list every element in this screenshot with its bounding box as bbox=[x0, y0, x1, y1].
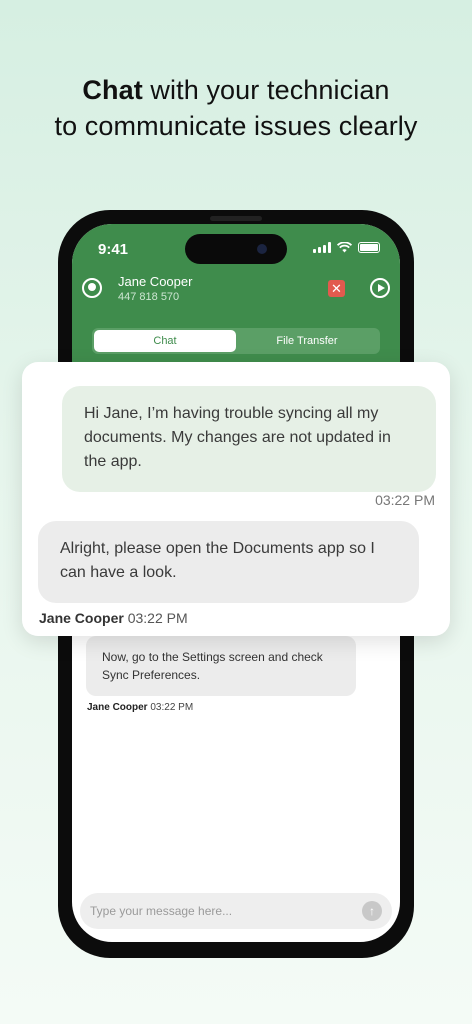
headline-line-1: Chat with your technician bbox=[0, 72, 472, 108]
wifi-icon bbox=[337, 242, 352, 253]
end-session-icon[interactable]: ✕ bbox=[328, 280, 345, 297]
sender-name: Jane Cooper bbox=[87, 702, 148, 713]
headline-bold: Chat bbox=[82, 75, 143, 105]
phone-speaker bbox=[210, 216, 262, 221]
camera-icon bbox=[257, 244, 267, 254]
message-composer: ↑ bbox=[80, 893, 392, 929]
contact-name: Jane Cooper bbox=[118, 274, 193, 289]
message-time-outgoing: 03:22 PM bbox=[375, 492, 435, 508]
tab-chat[interactable]: Chat bbox=[94, 330, 236, 352]
headline-line-1-rest: with your technician bbox=[142, 75, 390, 105]
message-input[interactable] bbox=[90, 893, 350, 929]
contact-row: Jane Cooper 447 818 570 ✕ bbox=[72, 272, 400, 308]
message-meta-incoming: Jane Cooper 03:22 PM bbox=[39, 610, 188, 626]
message-bubble-outgoing: Hi Jane, I’m having trouble syncing all … bbox=[62, 386, 436, 492]
chat-tabs: Chat File Transfer bbox=[92, 328, 380, 354]
sender-name: Jane Cooper bbox=[39, 610, 124, 626]
battery-icon bbox=[358, 242, 380, 253]
message-bubble-incoming: Alright, please open the Documents app s… bbox=[38, 521, 419, 603]
message-time: 03:22 PM bbox=[150, 702, 194, 713]
dynamic-island bbox=[185, 234, 287, 264]
message-bubble-incoming-2: Now, go to the Settings screen and check… bbox=[86, 636, 356, 696]
tab-file-transfer[interactable]: File Transfer bbox=[236, 330, 378, 352]
chat-header: 9:41 Jane Cooper 447 818 570 ✕ Chat File… bbox=[72, 224, 400, 366]
headline-line-2: to communicate issues clearly bbox=[54, 111, 418, 141]
send-icon[interactable]: ↑ bbox=[362, 901, 382, 921]
status-time: 9:41 bbox=[98, 241, 129, 258]
message-meta-incoming-2: Jane Cooper 03:22 PM bbox=[87, 702, 193, 713]
contact-icon[interactable] bbox=[82, 278, 102, 298]
contact-phone: 447 818 570 bbox=[118, 291, 180, 303]
signal-icon bbox=[313, 242, 331, 253]
message-time: 03:22 PM bbox=[127, 610, 188, 626]
play-icon[interactable] bbox=[370, 278, 390, 298]
status-icons bbox=[313, 242, 380, 253]
headline: Chat with your technician to communicate… bbox=[0, 72, 472, 144]
